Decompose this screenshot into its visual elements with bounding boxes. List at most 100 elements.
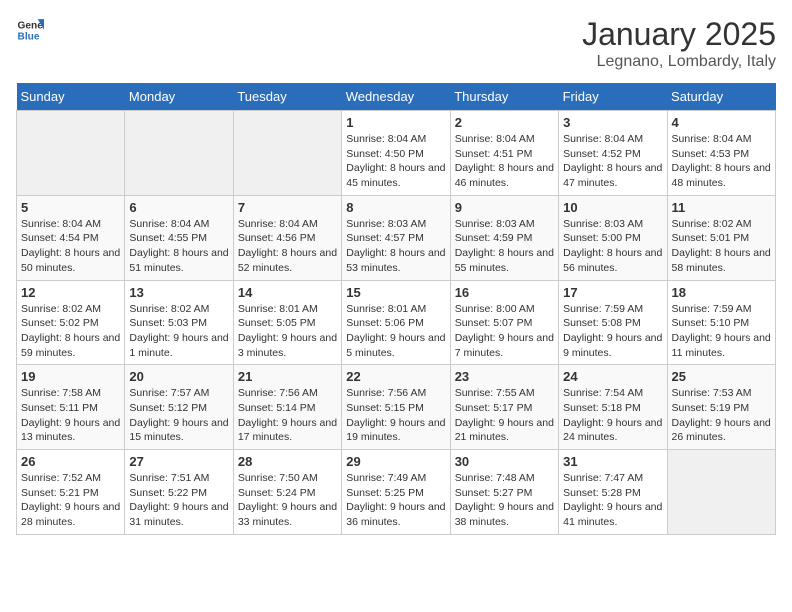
- day-info: Sunrise: 7:59 AM Sunset: 5:08 PM Dayligh…: [563, 302, 662, 361]
- logo: General Blue: [16, 16, 44, 44]
- day-number: 4: [672, 115, 771, 130]
- header-saturday: Saturday: [667, 83, 775, 111]
- header-friday: Friday: [559, 83, 667, 111]
- table-row: 13 Sunrise: 8:02 AM Sunset: 5:03 PM Dayli…: [125, 280, 233, 365]
- day-info: Sunrise: 7:49 AM Sunset: 5:25 PM Dayligh…: [346, 471, 445, 530]
- day-number: 18: [672, 285, 771, 300]
- day-number: 19: [21, 369, 120, 384]
- day-info: Sunrise: 8:01 AM Sunset: 5:06 PM Dayligh…: [346, 302, 445, 361]
- table-row: [17, 111, 125, 196]
- table-row: 15 Sunrise: 8:01 AM Sunset: 5:06 PM Dayli…: [342, 280, 450, 365]
- title-section: January 2025 Legnano, Lombardy, Italy: [582, 16, 776, 71]
- day-info: Sunrise: 8:04 AM Sunset: 4:51 PM Dayligh…: [455, 132, 554, 191]
- table-row: 7 Sunrise: 8:04 AM Sunset: 4:56 PM Daylig…: [233, 195, 341, 280]
- day-number: 31: [563, 454, 662, 469]
- day-number: 2: [455, 115, 554, 130]
- day-number: 5: [21, 200, 120, 215]
- day-number: 7: [238, 200, 337, 215]
- weekday-header-row: Sunday Monday Tuesday Wednesday Thursday…: [17, 83, 776, 111]
- day-number: 12: [21, 285, 120, 300]
- day-number: 9: [455, 200, 554, 215]
- table-row: 31 Sunrise: 7:47 AM Sunset: 5:28 PM Dayli…: [559, 450, 667, 535]
- table-row: [125, 111, 233, 196]
- calendar-table: Sunday Monday Tuesday Wednesday Thursday…: [16, 83, 776, 535]
- day-number: 20: [129, 369, 228, 384]
- day-info: Sunrise: 7:59 AM Sunset: 5:10 PM Dayligh…: [672, 302, 771, 361]
- day-info: Sunrise: 8:02 AM Sunset: 5:01 PM Dayligh…: [672, 217, 771, 276]
- table-row: 3 Sunrise: 8:04 AM Sunset: 4:52 PM Daylig…: [559, 111, 667, 196]
- day-info: Sunrise: 7:52 AM Sunset: 5:21 PM Dayligh…: [21, 471, 120, 530]
- day-number: 11: [672, 200, 771, 215]
- table-row: 10 Sunrise: 8:03 AM Sunset: 5:00 PM Dayli…: [559, 195, 667, 280]
- calendar-week-row: 5Sunrise: 8:04 AM Sunset: 4:54 PM Daylig…: [17, 195, 776, 280]
- calendar-week-row: 19 Sunrise: 7:58 AM Sunset: 5:11 PM Dayli…: [17, 365, 776, 450]
- day-info: Sunrise: 7:51 AM Sunset: 5:22 PM Dayligh…: [129, 471, 228, 530]
- day-info: Sunrise: 8:03 AM Sunset: 4:59 PM Dayligh…: [455, 217, 554, 276]
- table-row: 18 Sunrise: 7:59 AM Sunset: 5:10 PM Dayli…: [667, 280, 775, 365]
- day-info: Sunrise: 7:55 AM Sunset: 5:17 PM Dayligh…: [455, 386, 554, 445]
- calendar-week-row: 1 Sunrise: 8:04 AM Sunset: 4:50 PM Daylig…: [17, 111, 776, 196]
- table-row: 29Sunrise: 7:49 AM Sunset: 5:25 PM Dayli…: [342, 450, 450, 535]
- header-thursday: Thursday: [450, 83, 558, 111]
- table-row: 17 Sunrise: 7:59 AM Sunset: 5:08 PM Dayli…: [559, 280, 667, 365]
- table-row: 2 Sunrise: 8:04 AM Sunset: 4:51 PM Daylig…: [450, 111, 558, 196]
- day-number: 1: [346, 115, 445, 130]
- day-info: Sunrise: 8:03 AM Sunset: 5:00 PM Dayligh…: [563, 217, 662, 276]
- day-number: 10: [563, 200, 662, 215]
- day-number: 22: [346, 369, 445, 384]
- calendar-subtitle: Legnano, Lombardy, Italy: [582, 53, 776, 71]
- header-wednesday: Wednesday: [342, 83, 450, 111]
- day-number: 16: [455, 285, 554, 300]
- day-info: Sunrise: 8:02 AM Sunset: 5:02 PM Dayligh…: [21, 302, 120, 361]
- table-row: 19 Sunrise: 7:58 AM Sunset: 5:11 PM Dayli…: [17, 365, 125, 450]
- calendar-title: January 2025: [582, 16, 776, 53]
- day-info: Sunrise: 7:56 AM Sunset: 5:15 PM Dayligh…: [346, 386, 445, 445]
- table-row: 24Sunrise: 7:54 AM Sunset: 5:18 PM Dayli…: [559, 365, 667, 450]
- day-info: Sunrise: 8:04 AM Sunset: 4:50 PM Dayligh…: [346, 132, 445, 191]
- day-number: 24: [563, 369, 662, 384]
- day-info: Sunrise: 8:02 AM Sunset: 5:03 PM Dayligh…: [129, 302, 228, 361]
- table-row: 1 Sunrise: 8:04 AM Sunset: 4:50 PM Daylig…: [342, 111, 450, 196]
- day-number: 26: [21, 454, 120, 469]
- table-row: 27 Sunrise: 7:51 AM Sunset: 5:22 PM Dayli…: [125, 450, 233, 535]
- day-info: Sunrise: 8:04 AM Sunset: 4:52 PM Dayligh…: [563, 132, 662, 191]
- day-info: Sunrise: 8:00 AM Sunset: 5:07 PM Dayligh…: [455, 302, 554, 361]
- day-info: Sunrise: 8:04 AM Sunset: 4:56 PM Dayligh…: [238, 217, 337, 276]
- day-number: 8: [346, 200, 445, 215]
- day-info: Sunrise: 7:57 AM Sunset: 5:12 PM Dayligh…: [129, 386, 228, 445]
- day-number: 13: [129, 285, 228, 300]
- logo-icon: General Blue: [16, 16, 44, 44]
- day-number: 28: [238, 454, 337, 469]
- day-number: 25: [672, 369, 771, 384]
- day-info: Sunrise: 7:58 AM Sunset: 5:11 PM Dayligh…: [21, 386, 120, 445]
- day-number: 30: [455, 454, 554, 469]
- header-sunday: Sunday: [17, 83, 125, 111]
- day-number: 6: [129, 200, 228, 215]
- table-row: 8 Sunrise: 8:03 AM Sunset: 4:57 PM Daylig…: [342, 195, 450, 280]
- header-tuesday: Tuesday: [233, 83, 341, 111]
- table-row: 4Sunrise: 8:04 AM Sunset: 4:53 PM Daylig…: [667, 111, 775, 196]
- table-row: 28 Sunrise: 7:50 AM Sunset: 5:24 PM Dayli…: [233, 450, 341, 535]
- day-number: 14: [238, 285, 337, 300]
- day-number: 3: [563, 115, 662, 130]
- day-info: Sunrise: 7:48 AM Sunset: 5:27 PM Dayligh…: [455, 471, 554, 530]
- day-number: 15: [346, 285, 445, 300]
- day-info: Sunrise: 7:50 AM Sunset: 5:24 PM Dayligh…: [238, 471, 337, 530]
- day-info: Sunrise: 8:01 AM Sunset: 5:05 PM Dayligh…: [238, 302, 337, 361]
- day-number: 27: [129, 454, 228, 469]
- page-header: General Blue January 2025 Legnano, Lomba…: [16, 16, 776, 71]
- table-row: 11 Sunrise: 8:02 AM Sunset: 5:01 PM Dayli…: [667, 195, 775, 280]
- table-row: 26 Sunrise: 7:52 AM Sunset: 5:21 PM Dayli…: [17, 450, 125, 535]
- day-info: Sunrise: 8:04 AM Sunset: 4:55 PM Dayligh…: [129, 217, 228, 276]
- table-row: 22 Sunrise: 7:56 AM Sunset: 5:15 PM Dayli…: [342, 365, 450, 450]
- table-row: 16 Sunrise: 8:00 AM Sunset: 5:07 PM Dayli…: [450, 280, 558, 365]
- day-number: 17: [563, 285, 662, 300]
- svg-text:Blue: Blue: [18, 31, 40, 42]
- header-monday: Monday: [125, 83, 233, 111]
- day-info: Sunrise: 7:47 AM Sunset: 5:28 PM Dayligh…: [563, 471, 662, 530]
- day-info: Sunrise: 8:03 AM Sunset: 4:57 PM Dayligh…: [346, 217, 445, 276]
- table-row: 6 Sunrise: 8:04 AM Sunset: 4:55 PM Daylig…: [125, 195, 233, 280]
- table-row: 14 Sunrise: 8:01 AM Sunset: 5:05 PM Dayli…: [233, 280, 341, 365]
- calendar-week-row: 26 Sunrise: 7:52 AM Sunset: 5:21 PM Dayli…: [17, 450, 776, 535]
- table-row: 9 Sunrise: 8:03 AM Sunset: 4:59 PM Daylig…: [450, 195, 558, 280]
